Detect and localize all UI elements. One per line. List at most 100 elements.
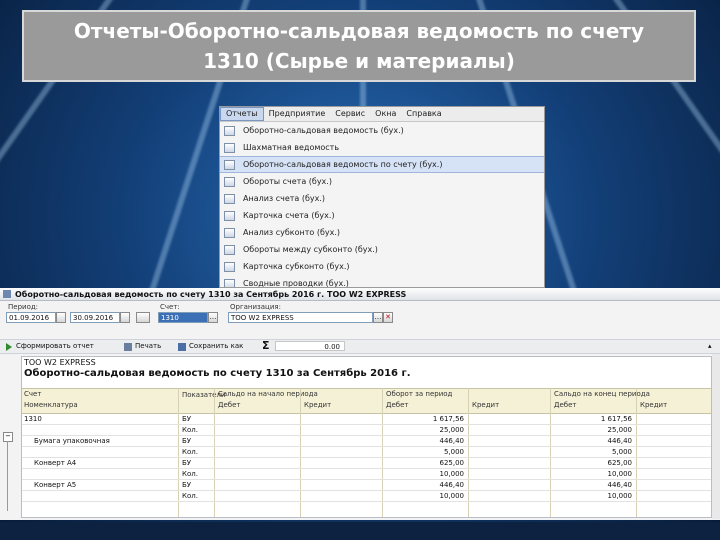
save-as-button[interactable]: Сохранить как <box>178 341 243 352</box>
header-turnover-credit: Кредит <box>472 401 500 409</box>
menu-windows[interactable]: Окна <box>370 107 401 121</box>
period-select-button[interactable] <box>136 312 150 323</box>
menu-item[interactable]: Обороты между субконто (бух.) <box>220 241 544 258</box>
menu-item[interactable]: Карточка счета (бух.) <box>220 207 544 224</box>
header-opening-debit: Дебет <box>218 401 241 409</box>
calendar-icon[interactable] <box>56 312 66 323</box>
header-opening: Сальдо на начало периода <box>218 390 318 398</box>
generate-label: Сформировать отчет <box>16 342 94 350</box>
menu-service[interactable]: Сервис <box>330 107 370 121</box>
clear-icon[interactable]: ✕ <box>383 312 393 323</box>
print-button[interactable]: Печать <box>124 341 161 352</box>
row-indicator: БУ <box>182 415 192 423</box>
column-divider <box>550 388 551 517</box>
ellipsis-button[interactable]: … <box>373 312 383 323</box>
menu-item[interactable]: Карточка субконто (бух.) <box>220 258 544 275</box>
window-title: Оборотно-сальдовая ведомость по счету 13… <box>15 289 407 299</box>
row-turnover-debit: 446,40 <box>439 481 465 489</box>
row-indicator: БУ <box>182 437 192 445</box>
print-label: Печать <box>135 342 162 350</box>
report-icon <box>224 227 235 238</box>
row-closing-debit: 1 617,56 <box>600 415 632 423</box>
row-turnover-debit: 10,000 <box>439 470 465 478</box>
menu-item-label: Обороты счета (бух.) <box>243 177 332 186</box>
menu-item-selected[interactable]: Оборотно-сальдовая ведомость по счету (б… <box>220 156 544 173</box>
menu-item-label: Анализ субконто (бух.) <box>243 228 341 237</box>
date-from-field[interactable]: 01.09.2016 <box>6 312 56 323</box>
organization-label: Организация: <box>230 303 281 311</box>
generate-report-button[interactable]: Сформировать отчет <box>6 341 94 352</box>
slide-title: Отчеты-Оборотно-сальдовая ведомость по с… <box>73 19 645 73</box>
column-divider <box>300 388 301 517</box>
date-to-field[interactable]: 30.09.2016 <box>70 312 120 323</box>
calendar-icon[interactable] <box>120 312 130 323</box>
menu-help[interactable]: Справка <box>401 107 446 121</box>
period-label: Период: <box>8 303 39 311</box>
header-opening-credit: Кредит <box>304 401 332 409</box>
report-icon <box>224 210 235 221</box>
row-indicator: Кол. <box>182 448 198 456</box>
row-indicator: БУ <box>182 481 192 489</box>
row-indicator: Кол. <box>182 470 198 478</box>
menu-item-label: Оборотно-сальдовая ведомость (бух.) <box>243 126 404 135</box>
save-icon <box>178 342 186 351</box>
menu-item[interactable]: Шахматная ведомость <box>220 139 544 156</box>
report-icon <box>224 261 235 272</box>
row-name: Конверт А5 <box>34 481 77 489</box>
window-icon <box>3 290 11 298</box>
header-turnover: Оборот за период <box>386 390 453 398</box>
header-closing-credit: Кредит <box>640 401 668 409</box>
report-window: Оборотно-сальдовая ведомость по счету 13… <box>0 288 720 520</box>
save-label: Сохранить как <box>189 342 244 350</box>
report-icon <box>224 176 235 187</box>
reports-menu: Отчеты Предприятие Сервис Окна Справка О… <box>219 106 545 288</box>
report-header: Счет Номенклатура Показатели Сальдо на н… <box>22 388 711 414</box>
organization-field[interactable]: TOO W2 EXPRESS <box>228 312 373 323</box>
row-closing-debit: 10,000 <box>607 470 633 478</box>
row-name: Бумага упаковочная <box>34 437 110 445</box>
row-indicator: Кол. <box>182 426 198 434</box>
sum-icon: Σ <box>262 339 270 352</box>
collapse-icon[interactable]: ▴ <box>708 341 712 352</box>
menu-reports[interactable]: Отчеты <box>220 107 264 121</box>
report-icon <box>224 278 235 287</box>
menu-item[interactable]: Анализ субконто (бух.) <box>220 224 544 241</box>
header-turnover-debit: Дебет <box>386 401 409 409</box>
menu-item[interactable]: Оборотно-сальдовая ведомость (бух.) <box>220 122 544 139</box>
menu-item[interactable]: Анализ счета (бух.) <box>220 190 544 207</box>
report-toolbar: Сформировать отчет Печать Сохранить как … <box>0 339 720 354</box>
ellipsis-button[interactable]: … <box>208 312 218 323</box>
account-field[interactable]: 1310 <box>158 312 208 323</box>
play-icon <box>6 342 12 351</box>
row-divider <box>22 501 711 502</box>
vertical-scrollbar[interactable] <box>712 354 720 519</box>
row-indicator: Кол. <box>182 492 198 500</box>
menu-list: Оборотно-сальдовая ведомость (бух.) Шахм… <box>220 122 544 287</box>
menu-item[interactable]: Сводные проводки (бух.) <box>220 275 544 287</box>
row-name: Конверт А4 <box>34 459 77 467</box>
group-outline-control[interactable]: − <box>3 432 13 512</box>
menu-item[interactable]: Обороты счета (бух.) <box>220 173 544 190</box>
row-turnover-debit: 10,000 <box>439 492 465 500</box>
menu-item-label: Шахматная ведомость <box>243 143 340 152</box>
report-icon <box>224 244 235 255</box>
row-closing-debit: 10,000 <box>607 492 633 500</box>
row-closing-debit: 25,000 <box>607 426 633 434</box>
report-icon <box>224 142 235 153</box>
account-label: Счет: <box>160 303 180 311</box>
row-name: 1310 <box>24 415 42 423</box>
column-divider <box>178 388 179 517</box>
bottom-bar <box>0 522 720 540</box>
menu-item-label: Обороты между субконто (бух.) <box>243 245 378 254</box>
menu-item-label: Карточка счета (бух.) <box>243 211 335 220</box>
report-sheet: TOO W2 EXPRESS Оборотно-сальдовая ведомо… <box>21 356 712 518</box>
row-closing-debit: 625,00 <box>607 459 633 467</box>
header-nomenclature: Номенклатура <box>24 401 78 409</box>
menu-enterprise[interactable]: Предприятие <box>264 107 331 121</box>
report-icon <box>224 193 235 204</box>
sum-field: 0.00 <box>275 341 345 351</box>
row-turnover-debit: 1 617,56 <box>432 415 464 423</box>
window-titlebar: Оборотно-сальдовая ведомость по счету 13… <box>0 288 720 301</box>
report-title: Оборотно-сальдовая ведомость по счету 13… <box>24 368 411 379</box>
report-icon <box>224 125 235 136</box>
